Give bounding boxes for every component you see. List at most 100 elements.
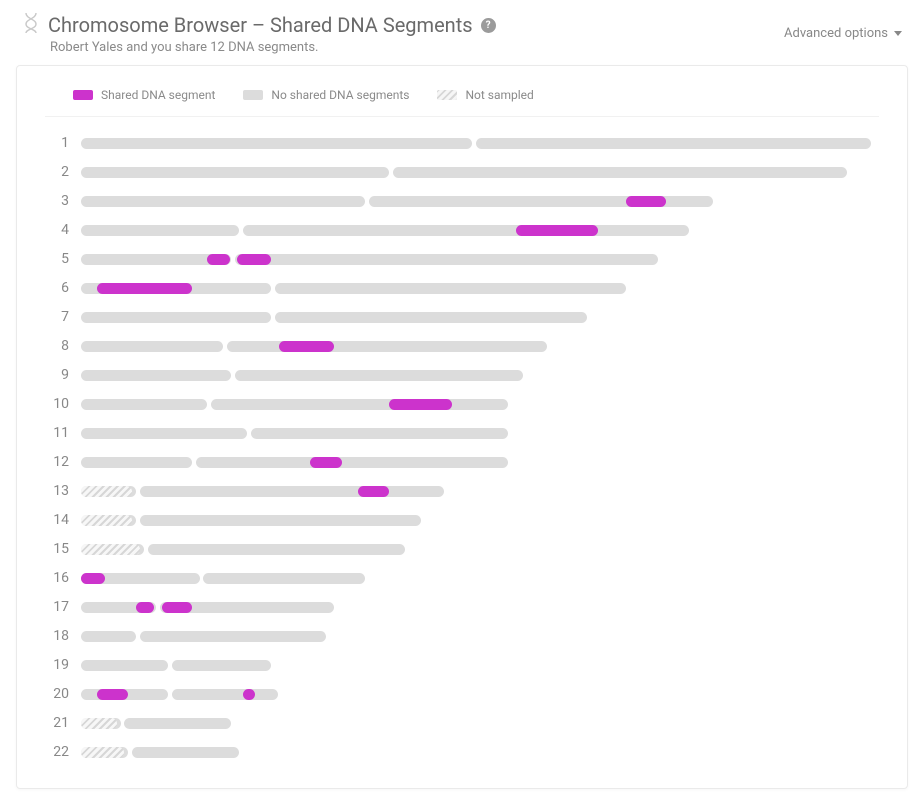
shared-segment[interactable] <box>310 457 342 468</box>
chromosome-p-arm <box>81 138 472 149</box>
chromosome-label: 1 <box>45 135 69 151</box>
chromosome-track[interactable] <box>81 602 334 613</box>
chromosome-track[interactable] <box>81 341 547 352</box>
chromosome-track[interactable] <box>81 312 587 323</box>
shared-segment[interactable] <box>207 254 229 265</box>
chromosome-track[interactable] <box>81 225 689 236</box>
legend-swatch-none <box>243 90 263 100</box>
chromosome-row: 8 <box>45 338 879 354</box>
chromosome-row: 20 <box>45 686 879 702</box>
chevron-down-icon <box>894 31 902 36</box>
chromosome-q-arm <box>196 457 508 468</box>
chromosome-not-sampled <box>81 747 124 758</box>
chromosome-track[interactable] <box>81 544 405 555</box>
legend-shared: Shared DNA segment <box>73 88 215 102</box>
chromosome-p-arm <box>81 399 207 410</box>
shared-segment[interactable] <box>358 486 390 497</box>
chromosome-track[interactable] <box>81 631 326 642</box>
chromosome-row: 4 <box>45 222 879 238</box>
chromosome-row: 21 <box>45 715 879 731</box>
page-title: Chromosome Browser – Shared DNA Segments <box>48 13 473 37</box>
chromosome-q-arm <box>393 167 847 178</box>
chromosome-row: 2 <box>45 164 879 180</box>
chromosome-track[interactable] <box>81 515 421 526</box>
chromosome-label: 2 <box>45 164 69 180</box>
chromosome-track[interactable] <box>81 399 508 410</box>
chromosome-q-arm <box>124 718 231 729</box>
chromosome-label: 3 <box>45 193 69 209</box>
chromosome-row: 19 <box>45 657 879 673</box>
legend-label-none: No shared DNA segments <box>271 88 409 102</box>
chromosome-label: 21 <box>45 715 69 731</box>
shared-segment[interactable] <box>626 196 666 207</box>
chromosome-q-arm <box>172 689 279 700</box>
shared-segment[interactable] <box>81 573 105 584</box>
chromosome-row: 15 <box>45 541 879 557</box>
chromosome-row: 7 <box>45 309 879 325</box>
shared-segment[interactable] <box>389 399 452 410</box>
chromosome-label: 17 <box>45 599 69 615</box>
chromosome-not-sampled <box>81 544 140 555</box>
chromosome-label: 18 <box>45 628 69 644</box>
chromosome-track[interactable] <box>81 283 626 294</box>
legend-label-not-sampled: Not sampled <box>465 88 533 102</box>
chromosome-track[interactable] <box>81 747 239 758</box>
shared-segment[interactable] <box>237 254 271 265</box>
chromosome-q-arm <box>148 544 405 555</box>
chromosome-track[interactable] <box>81 167 847 178</box>
shared-segment[interactable] <box>97 283 192 294</box>
chromosome-q-arm <box>132 747 239 758</box>
advanced-options-dropdown[interactable]: Advanced options <box>784 26 902 41</box>
chromosome-label: 20 <box>45 686 69 702</box>
chromosome-row: 11 <box>45 425 879 441</box>
chromosome-track[interactable] <box>81 196 713 207</box>
chromosome-track[interactable] <box>81 428 508 439</box>
chromosome-track[interactable] <box>81 660 271 671</box>
shared-segment[interactable] <box>97 689 129 700</box>
chromosome-row: 16 <box>45 570 879 586</box>
info-icon[interactable]: ? <box>481 18 496 33</box>
chromosome-label: 4 <box>45 222 69 238</box>
chromosome-label: 16 <box>45 570 69 586</box>
chromosome-label: 13 <box>45 483 69 499</box>
chromosome-row: 3 <box>45 193 879 209</box>
chromosome-q-arm <box>203 573 365 584</box>
legend-label-shared: Shared DNA segment <box>101 88 215 102</box>
chromosome-q-arm <box>235 370 523 381</box>
chromosome-track[interactable] <box>81 254 658 265</box>
chromosome-p-arm <box>81 428 247 439</box>
chromosome-q-arm <box>140 631 326 642</box>
chromosome-track[interactable] <box>81 138 871 149</box>
chromosome-label: 15 <box>45 541 69 557</box>
legend-not-sampled: Not sampled <box>437 88 533 102</box>
chromosome-label: 5 <box>45 251 69 267</box>
chromosome-track[interactable] <box>81 689 279 700</box>
chromosome-row: 5 <box>45 251 879 267</box>
chromosome-q-arm <box>476 138 871 149</box>
chromosome-label: 8 <box>45 338 69 354</box>
chromosome-q-arm <box>251 428 508 439</box>
chromosome-q-arm <box>172 660 271 671</box>
chromosome-q-arm <box>275 312 587 323</box>
shared-segment[interactable] <box>162 602 192 613</box>
chromosome-row: 12 <box>45 454 879 470</box>
chromosome-track[interactable] <box>81 457 508 468</box>
chromosome-label: 11 <box>45 425 69 441</box>
shared-segment[interactable] <box>136 602 154 613</box>
chromosome-q-arm <box>275 283 627 294</box>
legend-swatch-not-sampled <box>437 90 457 100</box>
chromosome-track[interactable] <box>81 573 365 584</box>
chromosome-label: 7 <box>45 309 69 325</box>
shared-segment[interactable] <box>516 225 599 236</box>
chromosome-row: 9 <box>45 367 879 383</box>
chromosome-row: 13 <box>45 483 879 499</box>
chromosome-track[interactable] <box>81 486 444 497</box>
shared-segment[interactable] <box>279 341 334 352</box>
shared-segment[interactable] <box>243 689 255 700</box>
chromosome-q-arm <box>140 486 444 497</box>
chromosome-track[interactable] <box>81 718 231 729</box>
legend-none: No shared DNA segments <box>243 88 409 102</box>
chromosome-track[interactable] <box>81 370 523 381</box>
header: Chromosome Browser – Shared DNA Segments… <box>16 8 908 65</box>
chromosome-browser-card: Shared DNA segment No shared DNA segment… <box>16 65 908 789</box>
